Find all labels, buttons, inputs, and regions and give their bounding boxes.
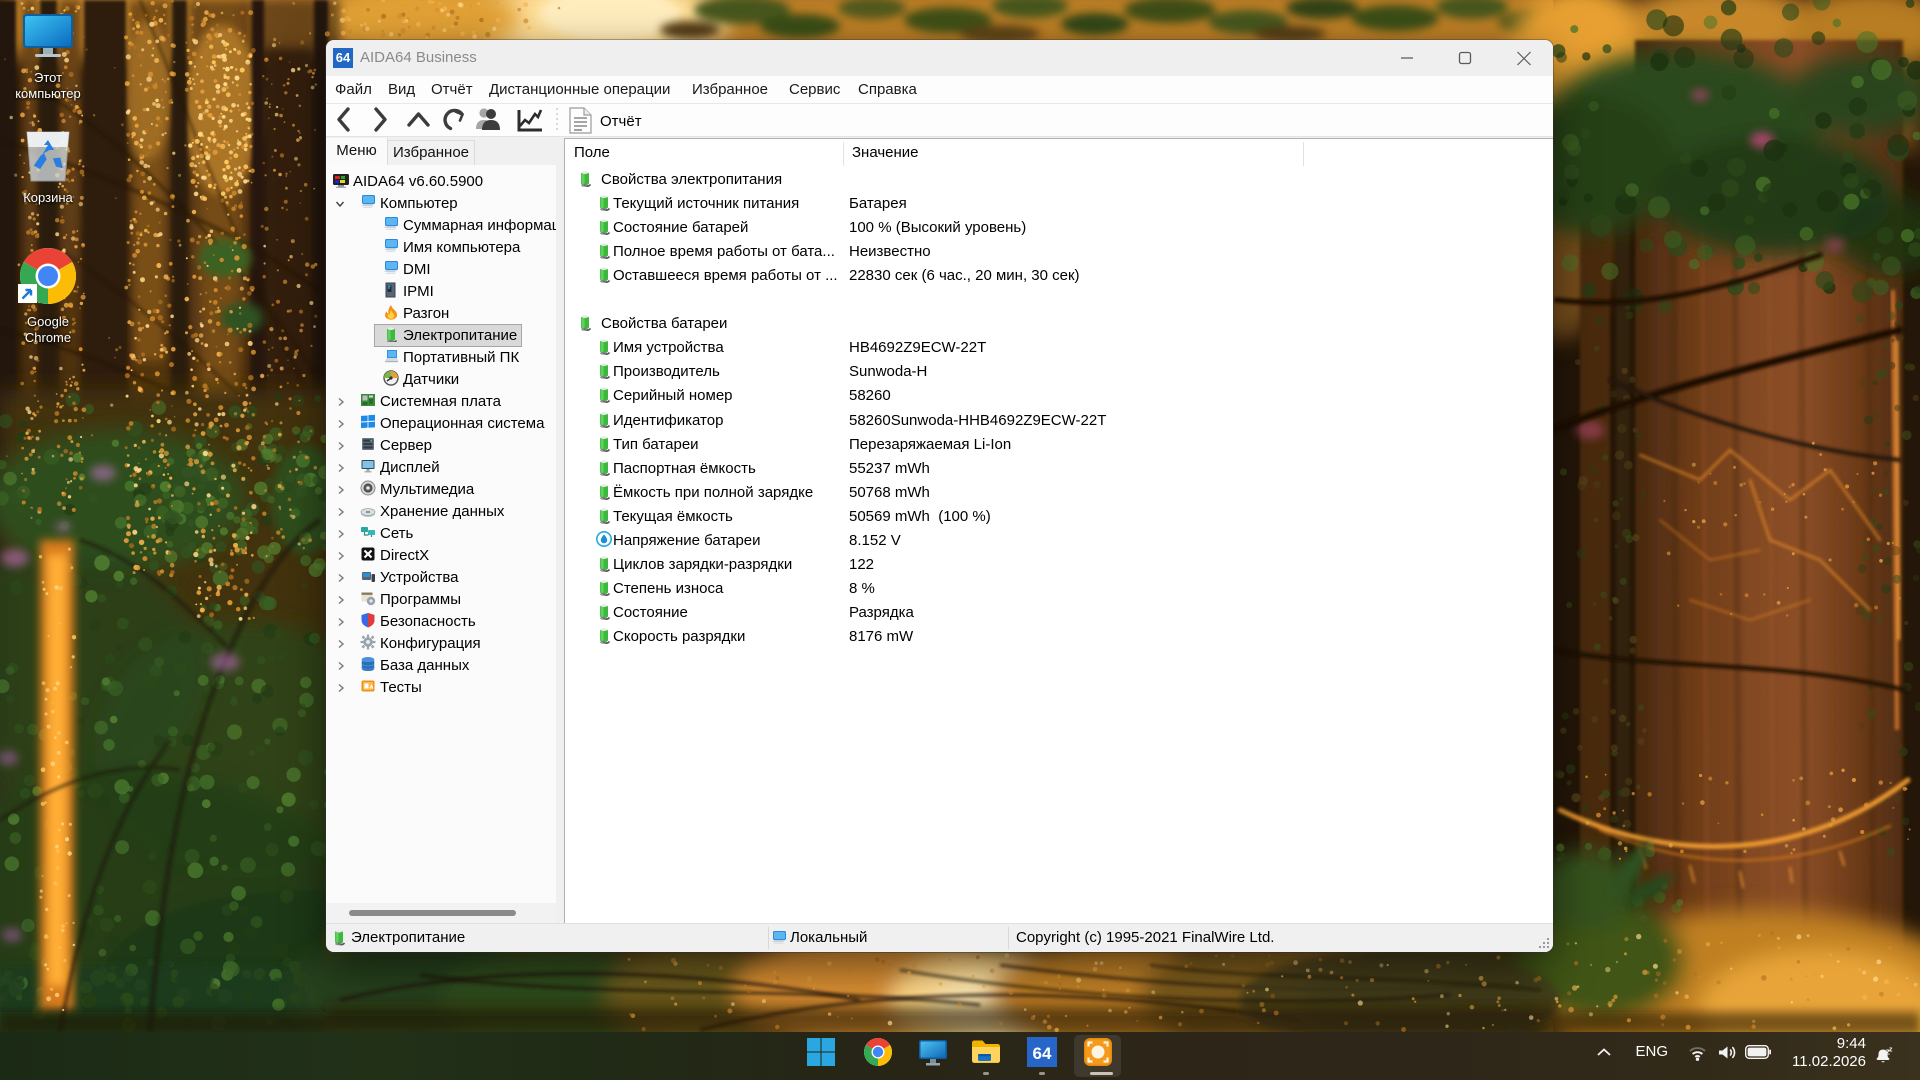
- svg-text:64: 64: [1033, 1044, 1052, 1063]
- svg-text:Отчёт: Отчёт: [600, 113, 642, 130]
- svg-text:z: z: [1889, 1047, 1893, 1054]
